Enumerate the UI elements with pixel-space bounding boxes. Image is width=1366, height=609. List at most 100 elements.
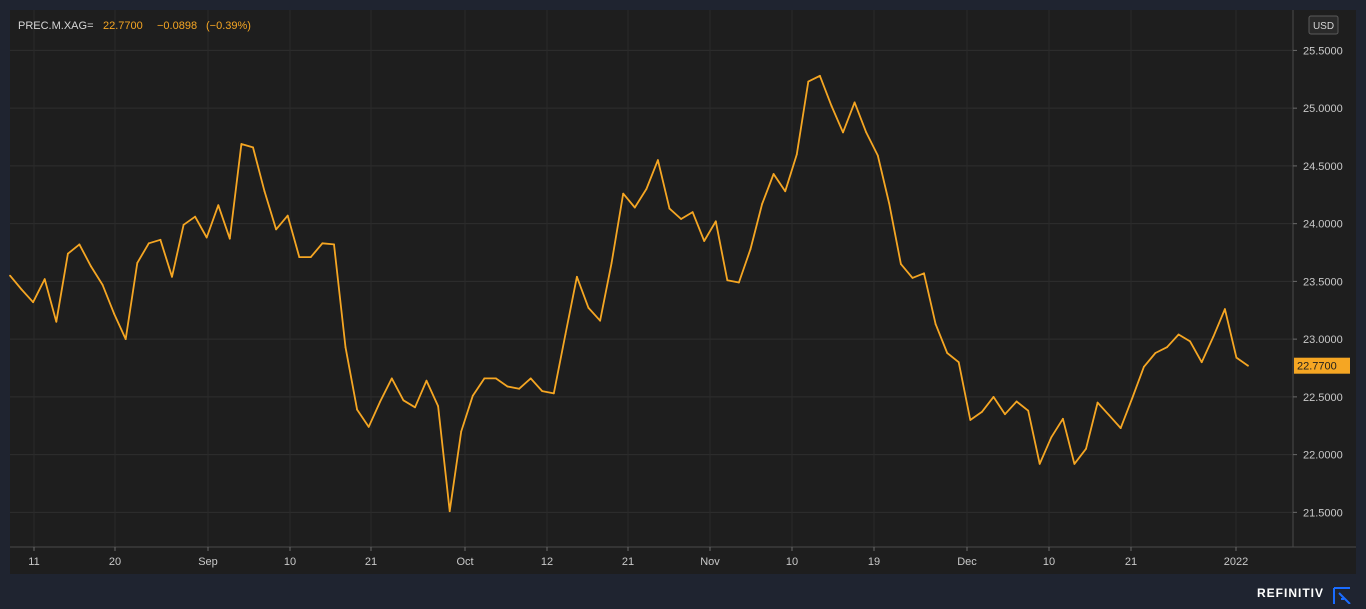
data-point (1015, 400, 1018, 403)
y-tick-label: 23.0000 (1303, 334, 1343, 346)
last-price-tag: 22.7700 (1294, 357, 1350, 374)
data-point (552, 392, 555, 395)
data-point (32, 301, 34, 304)
change-value: −0.0898 (157, 20, 197, 32)
data-point (518, 387, 520, 390)
data-point (448, 510, 451, 513)
chart-container: 21.5000 22.0000 22.5000 23.0000 23.5000 24.00… (0, 0, 1366, 605)
data-point (124, 338, 127, 340)
y-tick-label: 25.0000 (1303, 103, 1343, 115)
data-point (633, 206, 636, 209)
x-tick-label: 11 (28, 556, 39, 568)
data-point (275, 228, 277, 231)
x-tick-label: Dec (957, 556, 977, 568)
data-point (761, 203, 763, 205)
data-point (1108, 414, 1111, 417)
data-point (286, 214, 289, 217)
data-point (90, 265, 92, 268)
data-point (703, 240, 706, 242)
data-point (55, 320, 58, 323)
data-point (379, 400, 382, 403)
data-point (1177, 333, 1180, 336)
currency-label: USD (1313, 21, 1334, 32)
data-point (645, 188, 648, 190)
brand-label: REFINITIV (1257, 586, 1324, 600)
x-tick-label: 19 (868, 556, 880, 568)
data-point (807, 80, 810, 83)
chart-panel (10, 10, 1356, 574)
y-tick-label: 22.5000 (1303, 392, 1343, 404)
x-tick-label: 12 (541, 556, 553, 568)
data-point (367, 426, 370, 428)
data-point (934, 323, 937, 325)
data-point (437, 405, 439, 407)
data-point (43, 278, 46, 280)
last-price-tag-text: 22.7700 (1297, 361, 1337, 373)
data-point (795, 153, 798, 156)
data-point (668, 207, 671, 210)
x-tick-label: Nov (700, 556, 720, 568)
currency-button[interactable]: USD (1308, 15, 1339, 35)
data-point (529, 377, 532, 380)
data-point (969, 419, 972, 421)
data-point (1224, 308, 1226, 310)
data-point (263, 190, 266, 193)
data-point (495, 377, 497, 380)
data-point (67, 252, 69, 255)
data-point (298, 256, 301, 258)
data-point (1212, 335, 1215, 338)
data-point (159, 238, 162, 241)
data-point (147, 242, 150, 245)
data-point (541, 390, 544, 392)
y-tick-label: 25.5000 (1303, 45, 1343, 57)
data-point (228, 237, 231, 240)
y-tick-label: 24.5000 (1303, 161, 1343, 173)
y-tick-label: 22.0000 (1303, 450, 1343, 462)
data-point (356, 408, 358, 411)
data-point (333, 243, 335, 246)
data-point (1247, 364, 1249, 367)
data-point (506, 385, 509, 388)
data-point (853, 101, 856, 104)
data-point (1154, 352, 1157, 354)
data-point (471, 394, 474, 397)
data-point (205, 236, 208, 239)
data-point (992, 396, 995, 398)
x-tick-label: 10 (1043, 556, 1055, 568)
data-point (194, 215, 197, 218)
data-point (1131, 397, 1134, 399)
data-point (390, 377, 393, 380)
data-point (1189, 340, 1191, 343)
data-point (1062, 417, 1064, 420)
x-tick-label: 21 (622, 556, 634, 568)
data-point (657, 159, 659, 162)
data-point (819, 74, 821, 77)
data-point (876, 154, 879, 157)
x-tick-label: 20 (109, 556, 121, 568)
data-point (784, 190, 787, 193)
data-point (113, 312, 115, 315)
data-point (564, 333, 567, 336)
data-point (1085, 447, 1087, 450)
data-point (1050, 436, 1053, 439)
data-point (981, 411, 983, 413)
data-point (865, 131, 868, 134)
data-point (1073, 463, 1076, 465)
data-point (217, 204, 220, 207)
data-point (252, 146, 254, 149)
data-point (171, 275, 173, 278)
data-point (957, 361, 960, 364)
data-point (610, 262, 613, 264)
data-point (726, 279, 729, 282)
data-point (1200, 361, 1203, 364)
data-point (1235, 356, 1238, 359)
data-point (911, 277, 914, 279)
data-point (622, 192, 625, 195)
data-point (900, 263, 902, 265)
data-point (483, 377, 486, 380)
data-point (888, 203, 891, 205)
data-point (1119, 427, 1122, 429)
data-point (749, 248, 752, 251)
x-tick-label: Oct (456, 556, 473, 568)
data-point (20, 288, 23, 291)
